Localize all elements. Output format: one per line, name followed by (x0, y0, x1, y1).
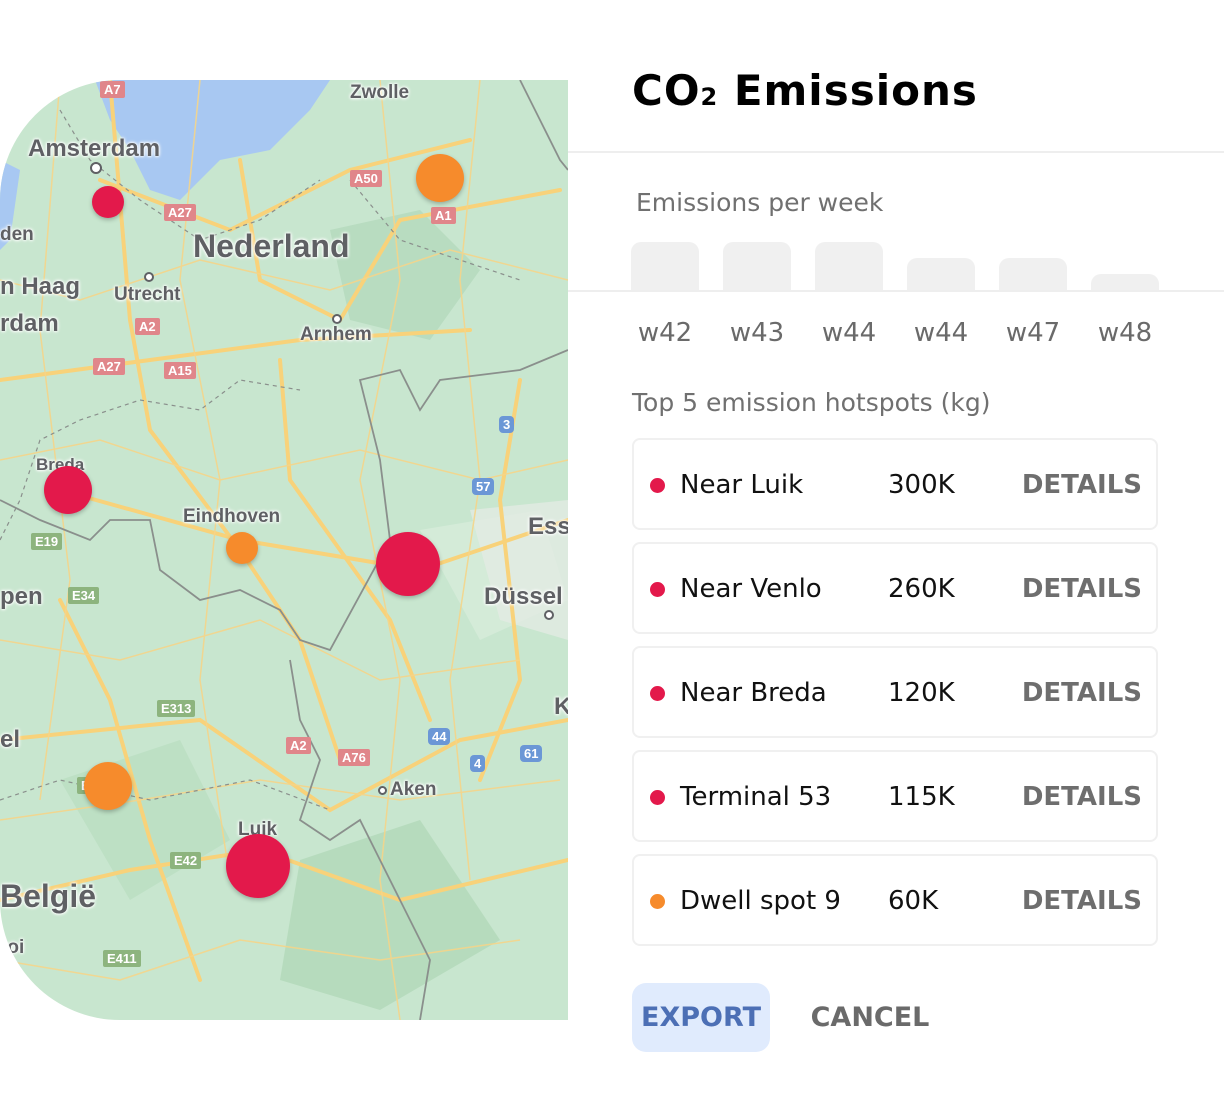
severity-dot-icon (650, 790, 665, 805)
hotspot-row: Dwell spot 9 60K DETAILS (632, 854, 1158, 946)
severity-dot-icon (650, 686, 665, 701)
hotspot-marker-luik[interactable] (226, 834, 290, 898)
map-label-koln: K (554, 693, 568, 720)
hotspot-marker-brussel[interactable] (84, 762, 132, 810)
road-shield-a15: A15 (164, 362, 196, 379)
details-button[interactable]: DETAILS (1022, 678, 1142, 708)
hotspot-value: 260K (888, 574, 955, 604)
road-shield-a1: A1 (431, 207, 456, 224)
hotspot-marker-eindhoven[interactable] (226, 532, 258, 564)
chart-baseline (568, 290, 1224, 292)
details-button[interactable]: DETAILS (1022, 782, 1142, 812)
panel-title: CO2 Emissions (632, 66, 978, 115)
city-marker-utrecht (144, 272, 154, 282)
week-label: w44 (821, 318, 877, 348)
road-shield-a2-south: A2 (286, 737, 311, 754)
details-button[interactable]: DETAILS (1022, 574, 1142, 604)
details-button[interactable]: DETAILS (1022, 470, 1142, 500)
map-label-rotterdam: rdam (0, 310, 59, 337)
hotspot-marker-venlo[interactable] (376, 532, 440, 596)
severity-dot-icon (650, 894, 665, 909)
week-label: w42 (637, 318, 693, 348)
map-label-brussel: el (0, 726, 21, 753)
map-label-charleroi: roi (0, 937, 25, 958)
map-label-zwolle: Zwolle (350, 82, 410, 103)
road-shield-a27: A27 (164, 204, 196, 221)
chart-bar (907, 258, 975, 290)
map-label-dusseldorf: Düssel (484, 583, 563, 610)
chart-label: Emissions per week (636, 188, 884, 217)
chart-bar (1091, 274, 1159, 290)
cancel-button[interactable]: CANCEL (800, 983, 940, 1052)
city-marker-dusseldorf (544, 610, 554, 620)
map[interactable]: Amsterdam Zwolle Nederland den n Haag Ut… (0, 80, 568, 1020)
title-divider (568, 151, 1224, 153)
severity-dot-icon (650, 478, 665, 493)
map-label-nederland: Nederland (193, 228, 350, 264)
map-label-antwerpen: pen (0, 583, 43, 610)
hotspot-name: Near Luik (680, 470, 804, 500)
week-label: w47 (1005, 318, 1061, 348)
map-label-eindhoven: Eindhoven (183, 506, 281, 527)
city-marker-arnhem (332, 314, 342, 324)
hotspot-name: Near Venlo (680, 574, 822, 604)
road-shield-e42: E42 (170, 852, 202, 869)
map-label-den-haag: n Haag (0, 273, 81, 300)
road-shield-3: 3 (499, 416, 515, 433)
map-label-essen: Ess (528, 513, 568, 540)
road-shield-4: 4 (470, 755, 486, 772)
road-shield-a76: A76 (338, 749, 370, 766)
road-shield-e313: E313 (157, 700, 196, 717)
road-shield-a2: A2 (135, 318, 160, 335)
hotspot-marker-zwolle[interactable] (416, 154, 464, 202)
hotspot-name: Terminal 53 (680, 782, 832, 812)
hotspots-label: Top 5 emission hotspots (kg) (632, 388, 991, 417)
road-shield-e34: E34 (68, 587, 100, 604)
road-shield-a7: A7 (100, 81, 125, 98)
emissions-panel: CO2 Emissions Emissions per week w42 w43 w… (568, 0, 1224, 1100)
road-shield-a50: A50 (350, 170, 382, 187)
map-label-arnhem: Arnhem (300, 324, 372, 345)
severity-dot-icon (650, 582, 665, 597)
map-label-belgie: België (0, 878, 97, 914)
chart-bar (723, 242, 791, 290)
hotspot-value: 60K (888, 886, 939, 916)
week-label: w43 (729, 318, 785, 348)
road-shield-e19: E19 (31, 533, 63, 550)
hotspot-marker-breda[interactable] (44, 466, 92, 514)
hotspot-name: Near Breda (680, 678, 827, 708)
map-label-leiden: den (0, 224, 34, 245)
road-shield-61: 61 (520, 745, 543, 762)
road-shield-a27-south: A27 (93, 358, 125, 375)
export-button[interactable]: EXPORT (632, 983, 770, 1052)
map-label-amsterdam: Amsterdam (28, 135, 161, 162)
hotspot-row: Near Breda 120K DETAILS (632, 646, 1158, 738)
city-marker-aken (378, 786, 387, 795)
hotspot-value: 120K (888, 678, 955, 708)
week-label: w44 (913, 318, 969, 348)
chart-bar (815, 242, 883, 290)
hotspot-value: 115K (888, 782, 955, 812)
hotspot-marker-amsterdam[interactable] (92, 186, 124, 218)
road-shield-44: 44 (428, 728, 451, 745)
weekly-emissions-chart (631, 230, 1171, 290)
hotspot-row: Terminal 53 115K DETAILS (632, 750, 1158, 842)
city-marker-amsterdam (90, 162, 102, 174)
road-shield-e411: E411 (103, 950, 141, 967)
map-label-aken: Aken (390, 779, 437, 800)
map-label-utrecht: Utrecht (114, 284, 181, 305)
week-label: w48 (1097, 318, 1153, 348)
hotspot-value: 300K (888, 470, 955, 500)
chart-bar (999, 258, 1067, 290)
road-shield-57: 57 (472, 478, 495, 495)
hotspot-row: Near Luik 300K DETAILS (632, 438, 1158, 530)
details-button[interactable]: DETAILS (1022, 886, 1142, 916)
hotspot-row: Near Venlo 260K DETAILS (632, 542, 1158, 634)
chart-bar (631, 242, 699, 290)
hotspot-name: Dwell spot 9 (680, 886, 841, 916)
